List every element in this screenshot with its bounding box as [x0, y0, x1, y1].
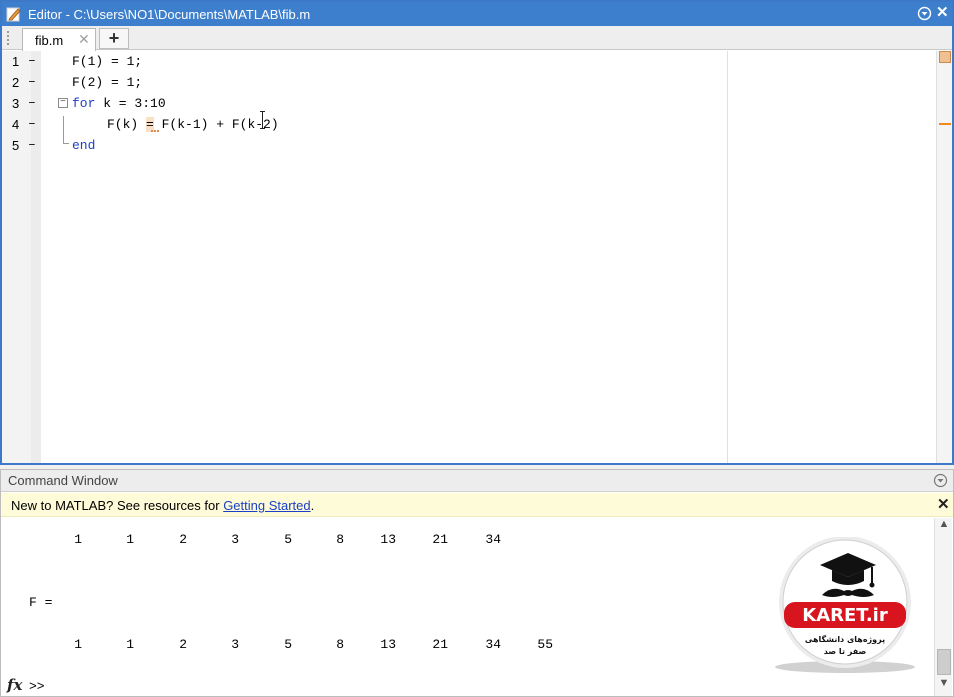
code-line[interactable]: 2 – F(2) = 1; — [2, 72, 722, 93]
code-text: end — [72, 138, 95, 153]
analyzer-status-icon[interactable] — [939, 51, 951, 63]
code-text: for k = 3:10 — [72, 96, 166, 111]
line-number: 1 — [12, 54, 20, 69]
fold-guide-line — [63, 116, 64, 144]
command-scrollbar[interactable]: ▲ ▼ — [934, 518, 952, 696]
logo-tagline-2: صفر تا صد — [824, 647, 867, 656]
karet-logo: KARET.ir پروژه‌های دانشگاهی صفر تا صد — [775, 537, 915, 673]
tab-label: fib.m — [35, 33, 64, 48]
notice-text: New to MATLAB? See resources for Getting… — [11, 498, 314, 513]
output-value: 2 — [179, 532, 187, 547]
function-browser-icon[interactable]: fx — [7, 676, 22, 694]
breakpoint-dash[interactable]: – — [28, 137, 36, 152]
right-margin-line — [727, 51, 728, 463]
output-value: 3 — [231, 532, 239, 547]
editor-analyzer-bar[interactable] — [936, 51, 952, 463]
output-value: 34 — [485, 532, 501, 547]
code-text: F(2) = 1; — [72, 75, 143, 90]
output-value: 21 — [432, 637, 448, 652]
output-value: 13 — [380, 637, 396, 652]
logo-tagline-1: پروژه‌های دانشگاهی — [805, 634, 885, 644]
editor-tab-bar: fib.m ✕ + — [2, 26, 952, 51]
command-prompt[interactable]: >> — [29, 679, 45, 694]
getting-started-notice: New to MATLAB? See resources for Getting… — [1, 493, 953, 517]
breakpoint-dash[interactable]: – — [28, 116, 36, 131]
code-text: F(1) = 1; — [72, 54, 143, 69]
warning-underline — [151, 130, 159, 132]
code-pre: F(k) — [107, 117, 147, 132]
keyword: end — [72, 138, 96, 153]
command-window-title-bar: Command Window — [1, 470, 953, 492]
output-value: 8 — [336, 532, 344, 547]
scroll-up-icon[interactable]: ▲ — [935, 518, 953, 534]
breakpoint-dash[interactable]: – — [28, 53, 36, 68]
scroll-down-icon[interactable]: ▼ — [935, 677, 953, 693]
tab-grip-icon[interactable] — [7, 31, 9, 45]
new-tab-button[interactable]: + — [99, 28, 129, 49]
text-cursor-icon — [260, 111, 265, 129]
keyword: for — [72, 96, 96, 111]
tab-close-icon[interactable]: ✕ — [78, 31, 90, 48]
getting-started-link[interactable]: Getting Started — [223, 498, 310, 513]
line-number: 4 — [12, 117, 20, 132]
panel-menu-icon[interactable] — [933, 473, 948, 488]
output-value: 5 — [284, 532, 292, 547]
panel-menu-icon[interactable] — [917, 6, 932, 21]
editor-title-bar: Editor - C:\Users\NO1\Documents\MATLAB\f… — [2, 2, 952, 26]
output-value: 1 — [74, 532, 82, 547]
output-value: 1 — [126, 637, 134, 652]
code-line[interactable]: 4 – F(k) = F(k-1) + F(k-2) — [2, 114, 722, 135]
output-value: 21 — [432, 532, 448, 547]
output-value: 1 — [74, 637, 82, 652]
fold-collapse-icon[interactable]: − — [58, 98, 68, 108]
editor-title: Editor - C:\Users\NO1\Documents\MATLAB\f… — [28, 7, 311, 22]
line-number: 5 — [12, 138, 20, 153]
fold-guide-end — [63, 143, 69, 144]
output-value: 34 — [485, 637, 501, 652]
scroll-thumb[interactable] — [937, 649, 951, 675]
breakpoint-dash[interactable]: – — [28, 74, 36, 89]
logo-brand-text: KARET.ir — [802, 605, 888, 626]
editor-close-icon[interactable]: ✕ — [936, 4, 949, 22]
code-line[interactable]: 1 – F(1) = 1; — [2, 51, 722, 72]
code-line[interactable]: 5 – end — [2, 135, 722, 156]
output-value: 3 — [231, 637, 239, 652]
line-number: 2 — [12, 75, 20, 90]
breakpoint-dash[interactable]: – — [28, 95, 36, 110]
editor-icon — [6, 7, 21, 22]
variable-label: F = — [29, 595, 53, 610]
editor-panel: Editor - C:\Users\NO1\Documents\MATLAB\f… — [0, 0, 954, 465]
command-window-title: Command Window — [8, 473, 118, 488]
output-value: 13 — [380, 532, 396, 547]
code-rest: k = 3:10 — [95, 96, 166, 111]
output-value: 2 — [179, 637, 187, 652]
tab-fib-m[interactable]: fib.m ✕ — [22, 28, 96, 51]
notice-prefix: New to MATLAB? See resources for — [11, 498, 224, 513]
analyzer-warning-mark[interactable] — [939, 123, 951, 125]
output-value: 1 — [126, 532, 134, 547]
notice-close-icon[interactable]: ✕ — [937, 495, 950, 513]
line-number: 3 — [12, 96, 20, 111]
code-text: F(k) = F(k-1) + F(k-2) — [107, 117, 279, 132]
output-value: 55 — [537, 637, 553, 652]
output-value: 5 — [284, 637, 292, 652]
output-value: 8 — [336, 637, 344, 652]
notice-suffix: . — [310, 498, 315, 513]
code-line[interactable]: 3 – − for k = 3:10 — [2, 93, 722, 114]
